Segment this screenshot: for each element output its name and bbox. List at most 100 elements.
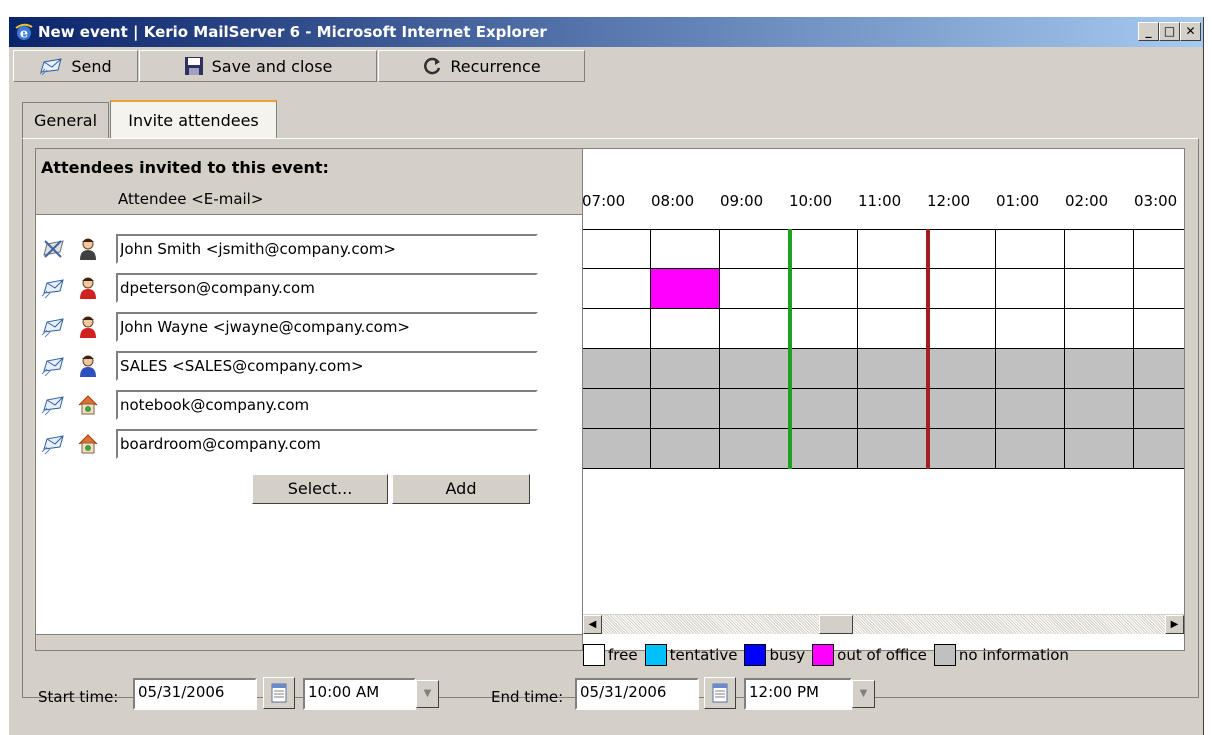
schedule-cell[interactable]: [720, 349, 789, 389]
schedule-cell[interactable]: [720, 269, 789, 309]
schedule-cell[interactable]: [927, 269, 996, 309]
add-button[interactable]: Add: [392, 474, 530, 504]
mail-icon[interactable]: [41, 355, 65, 377]
start-time-field[interactable]: 10:00 AM: [303, 678, 416, 710]
mail-disabled-icon[interactable]: [41, 238, 65, 260]
schedule-cell[interactable]: [858, 349, 927, 389]
person-required-icon[interactable]: [77, 315, 99, 339]
schedule-cell[interactable]: [1134, 389, 1184, 429]
schedule-cell[interactable]: [927, 229, 996, 269]
maximize-button[interactable]: □: [1159, 22, 1180, 41]
person-organizer-icon[interactable]: [77, 237, 99, 261]
schedule-cell[interactable]: [651, 309, 720, 349]
schedule-cell[interactable]: [651, 429, 720, 469]
select-button[interactable]: Select...: [252, 474, 388, 504]
schedule-cell[interactable]: [1065, 349, 1134, 389]
schedule-cell[interactable]: [1065, 229, 1134, 269]
mail-icon[interactable]: [41, 316, 65, 338]
schedule-cell[interactable]: [651, 269, 720, 309]
end-time-field[interactable]: 12:00 PM: [744, 678, 852, 710]
attendees-footer: [36, 634, 582, 650]
schedule-cell[interactable]: [789, 349, 858, 389]
start-time-dropdown-icon[interactable]: ▼: [416, 680, 439, 708]
schedule-cell[interactable]: [720, 429, 789, 469]
end-date-field[interactable]: 05/31/2006: [575, 678, 699, 710]
schedule-cell[interactable]: [1065, 309, 1134, 349]
end-time-dropdown-icon[interactable]: ▼: [852, 680, 875, 708]
attendee-email-input[interactable]: [116, 429, 538, 459]
schedule-cell[interactable]: [789, 429, 858, 469]
mail-icon[interactable]: [41, 433, 65, 455]
schedule-cell[interactable]: [651, 389, 720, 429]
hour-header: 10:00: [789, 192, 833, 210]
schedule-cell[interactable]: [1065, 429, 1134, 469]
schedule-cell[interactable]: [996, 309, 1065, 349]
schedule-cell[interactable]: [583, 429, 651, 469]
schedule-cell[interactable]: [1134, 309, 1184, 349]
resource-icon[interactable]: [77, 432, 99, 456]
schedule-cell[interactable]: [583, 389, 651, 429]
start-calendar-button[interactable]: [263, 677, 295, 709]
schedule-cell[interactable]: [927, 389, 996, 429]
attendee-email-input[interactable]: [116, 390, 538, 420]
schedule-cell[interactable]: [1065, 389, 1134, 429]
schedule-cell[interactable]: [927, 429, 996, 469]
schedule-cell[interactable]: [996, 269, 1065, 309]
end-time-marker[interactable]: [926, 229, 930, 469]
attendee-email-input[interactable]: [116, 234, 538, 264]
schedule-cell[interactable]: [720, 309, 789, 349]
attendee-email-input[interactable]: [116, 312, 538, 342]
schedule-cell[interactable]: [858, 309, 927, 349]
recurrence-button[interactable]: Recurrence: [378, 50, 585, 82]
schedule-cell[interactable]: [1134, 229, 1184, 269]
schedule-cell[interactable]: [651, 229, 720, 269]
schedule-cell[interactable]: [1134, 349, 1184, 389]
schedule-cell[interactable]: [651, 349, 720, 389]
scroll-right-icon[interactable]: ▶: [1165, 615, 1184, 634]
schedule-cell[interactable]: [996, 389, 1065, 429]
schedule-cell[interactable]: [789, 269, 858, 309]
schedule-cell[interactable]: [1134, 269, 1184, 309]
resource-icon[interactable]: [77, 393, 99, 417]
schedule-cell[interactable]: [858, 229, 927, 269]
horizontal-scrollbar[interactable]: ◀ ▶: [583, 614, 1184, 634]
schedule-cell[interactable]: [927, 309, 996, 349]
floppy-disk-icon: [184, 57, 203, 75]
end-calendar-button[interactable]: [704, 677, 736, 709]
start-time-marker[interactable]: [788, 229, 792, 469]
schedule-cell[interactable]: [858, 389, 927, 429]
person-required-icon[interactable]: [77, 276, 99, 300]
attendee-email-input[interactable]: [116, 351, 538, 381]
tab-invite-attendees[interactable]: Invite attendees: [110, 100, 277, 138]
scroll-left-icon[interactable]: ◀: [583, 615, 602, 634]
attendee-email-input[interactable]: [116, 273, 538, 303]
start-date-field[interactable]: 05/31/2006: [133, 678, 257, 710]
close-button[interactable]: ✕: [1180, 22, 1201, 41]
schedule-cell[interactable]: [789, 309, 858, 349]
schedule-cell[interactable]: [927, 349, 996, 389]
mail-icon[interactable]: [41, 394, 65, 416]
schedule-cell[interactable]: [583, 269, 651, 309]
mail-icon[interactable]: [41, 277, 65, 299]
schedule-cell[interactable]: [858, 269, 927, 309]
minimize-button[interactable]: _: [1138, 22, 1159, 41]
schedule-cell[interactable]: [583, 229, 651, 269]
save-and-close-button[interactable]: Save and close: [139, 50, 377, 82]
person-group-icon[interactable]: [77, 354, 99, 378]
tab-general[interactable]: General: [22, 102, 109, 138]
schedule-cell[interactable]: [858, 429, 927, 469]
schedule-cell[interactable]: [583, 349, 651, 389]
schedule-cell[interactable]: [1134, 429, 1184, 469]
schedule-cell[interactable]: [720, 389, 789, 429]
schedule-cell[interactable]: [720, 229, 789, 269]
schedule-cell[interactable]: [1065, 269, 1134, 309]
schedule-cell[interactable]: [789, 389, 858, 429]
schedule-cell[interactable]: [789, 229, 858, 269]
scroll-thumb[interactable]: [819, 615, 853, 634]
attendees-panel: Attendees invited to this event: Attende…: [36, 149, 583, 650]
send-button[interactable]: Send: [13, 50, 138, 82]
schedule-cell[interactable]: [996, 349, 1065, 389]
schedule-cell[interactable]: [583, 309, 651, 349]
schedule-cell[interactable]: [996, 229, 1065, 269]
schedule-cell[interactable]: [996, 429, 1065, 469]
